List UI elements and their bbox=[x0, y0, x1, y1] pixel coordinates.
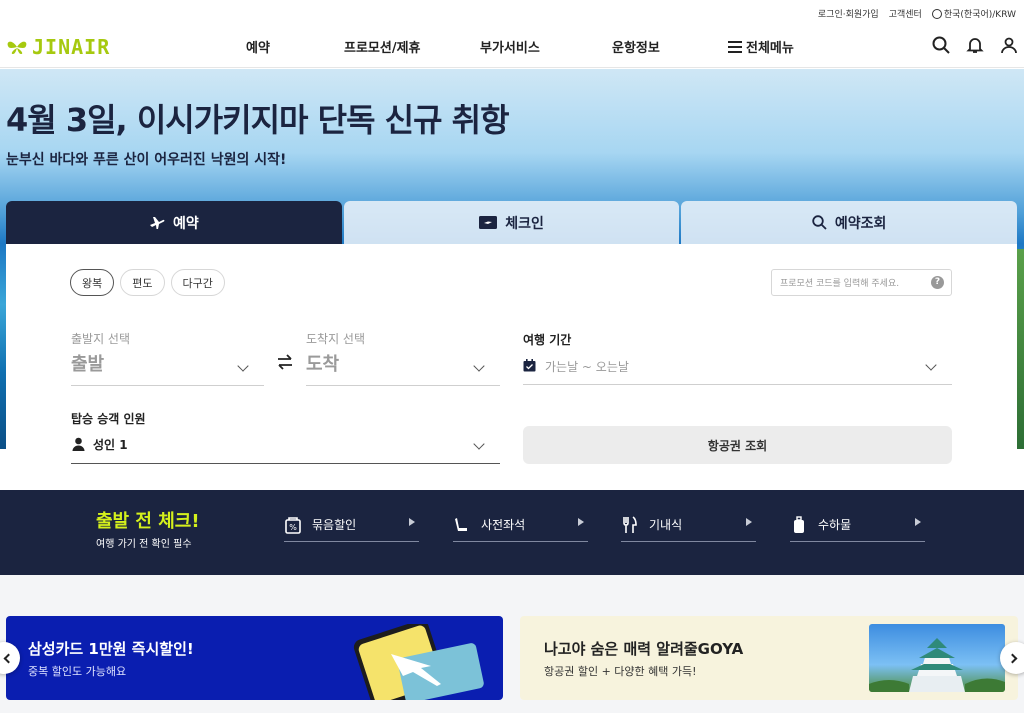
search-flights-button[interactable]: 항공권 조회 bbox=[523, 426, 952, 464]
chevron-down-icon bbox=[925, 359, 937, 371]
chevron-down-icon bbox=[237, 360, 249, 372]
hamburger-icon bbox=[728, 41, 742, 53]
trip-oneway-button[interactable]: 편도 bbox=[120, 269, 165, 296]
support-link[interactable]: 고객센터 bbox=[889, 7, 922, 20]
tab-checkin-label: 체크인 bbox=[505, 215, 544, 232]
precheck-subtitle: 여행 가기 전 확인 필수 bbox=[96, 539, 192, 550]
promo-placeholder: 프로모션 코드를 입력해 주세요. bbox=[780, 279, 900, 289]
baggage-icon bbox=[794, 515, 804, 533]
precheck-item-label: 사전좌석 bbox=[481, 518, 526, 532]
all-menu-label: 전체메뉴 bbox=[746, 41, 794, 56]
tab-checkin[interactable]: 체크인 bbox=[343, 201, 680, 244]
arrow-right-icon bbox=[746, 518, 752, 526]
meal-icon bbox=[623, 515, 637, 533]
nav-item-booking[interactable]: 예약 bbox=[246, 37, 270, 56]
utility-bar: 로그인·회원가입 고객센터 한국(한국어)/KRW bbox=[0, 0, 1024, 26]
trip-multi-button[interactable]: 다구간 bbox=[170, 269, 225, 296]
passenger-label: 탑승 승객 인원 bbox=[71, 412, 146, 426]
promo-banner-samsung-card[interactable]: 삼성카드 1만원 즉시할인! 중복 할인도 가능해요 bbox=[6, 616, 503, 700]
booking-tabs: 예약 체크인 예약조회 bbox=[6, 201, 1018, 244]
ticket-icon bbox=[479, 216, 498, 229]
period-label: 여행 기간 bbox=[523, 333, 572, 347]
arrow-right-icon bbox=[915, 518, 921, 526]
language-label: 한국(한국어)/KRW bbox=[943, 10, 1016, 20]
chevron-left-icon bbox=[3, 653, 13, 663]
tab-reservation-lookup[interactable]: 예약조회 bbox=[681, 201, 1018, 244]
passenger-field[interactable]: 성인 1 bbox=[93, 436, 128, 453]
banner-title: 나고야 숨은 매력 알려줄GOYA bbox=[544, 640, 744, 658]
search-icon[interactable] bbox=[932, 36, 950, 54]
arrival-underline bbox=[306, 385, 500, 386]
hero-title: 4월 3일, 이시가키지마 단독 신규 취항 bbox=[6, 101, 510, 139]
nav-item-flight-info[interactable]: 운항정보 bbox=[612, 37, 660, 56]
promo-banner-nagoya[interactable]: 나고야 숨은 매력 알려줄GOYA 항공권 할인 + 다양한 혜택 가득! bbox=[520, 616, 1018, 700]
nav-item-services[interactable]: 부가서비스 bbox=[480, 37, 540, 56]
language-selector[interactable]: 한국(한국어)/KRW bbox=[931, 7, 1016, 20]
chevron-down-icon bbox=[473, 438, 485, 450]
person-icon bbox=[72, 437, 85, 451]
calendar-icon bbox=[523, 359, 536, 372]
globe-icon bbox=[931, 9, 942, 19]
precheck-item-label: 묶음할인 bbox=[312, 518, 357, 532]
phone-card-illustration bbox=[353, 624, 484, 700]
promo-code-input[interactable]: 프로모션 코드를 입력해 주세요. ? bbox=[771, 269, 952, 296]
nav-item-all-menu[interactable]: 전체메뉴 bbox=[728, 37, 794, 56]
precheck-baggage[interactable]: 수하물 bbox=[790, 508, 925, 542]
passenger-underline bbox=[71, 463, 500, 464]
chevron-right-icon bbox=[1007, 653, 1017, 663]
chevron-down-icon bbox=[473, 360, 485, 372]
arrival-label: 도착지 선택 bbox=[306, 332, 366, 346]
precheck-bundle-discount[interactable]: % 묶음할인 bbox=[284, 508, 419, 542]
help-icon[interactable]: ? bbox=[931, 276, 944, 289]
nav-icons bbox=[932, 36, 1018, 54]
search-icon bbox=[812, 215, 827, 230]
tab-lookup-label: 예약조회 bbox=[834, 215, 887, 232]
period-field[interactable]: 가는날 ~ 오는날 bbox=[545, 358, 629, 375]
tab-booking-label: 예약 bbox=[172, 215, 199, 232]
svg-text:%: % bbox=[289, 523, 297, 532]
precheck-seat[interactable]: 사전좌석 bbox=[453, 508, 588, 542]
promo-banner-section: 삼성카드 1만원 즉시할인! 중복 할인도 가능해요 나고야 숨은 매력 알려줄… bbox=[0, 575, 1024, 713]
banner-subtitle: 항공권 할인 + 다양한 혜택 가득! bbox=[544, 665, 697, 678]
banner-title: 삼성카드 1만원 즉시할인! bbox=[28, 640, 194, 658]
departure-label: 출발지 선택 bbox=[71, 332, 131, 346]
carousel-next-button[interactable] bbox=[1000, 642, 1024, 674]
departure-underline bbox=[71, 385, 264, 386]
arrow-right-icon bbox=[409, 518, 415, 526]
login-link[interactable]: 로그인·회원가입 bbox=[818, 7, 879, 20]
precheck-title: 출발 전 체크! bbox=[96, 511, 200, 532]
bell-icon[interactable] bbox=[966, 36, 984, 54]
arrival-field[interactable]: 도착 bbox=[306, 350, 339, 376]
trip-type-selector: 왕복 편도 다구간 bbox=[70, 269, 225, 296]
booking-card: 왕복 편도 다구간 프로모션 코드를 입력해 주세요. ? 출발지 선택 출발 … bbox=[6, 244, 1017, 490]
trip-round-button[interactable]: 왕복 bbox=[70, 269, 115, 296]
hero-subtitle: 눈부신 바다와 푸른 산이 어우러진 낙원의 시작! bbox=[6, 152, 287, 168]
departure-field[interactable]: 출발 bbox=[71, 350, 104, 376]
utility-links: 로그인·회원가입 고객센터 한국(한국어)/KRW bbox=[818, 7, 1016, 20]
user-icon[interactable] bbox=[1000, 36, 1018, 54]
butterfly-logo-icon bbox=[7, 41, 27, 54]
seat-icon bbox=[455, 517, 467, 531]
precheck-item-label: 수하물 bbox=[818, 518, 852, 532]
main-nav: JINAIR 예약 프로모션/제휴 부가서비스 운항정보 전체메뉴 bbox=[0, 26, 1024, 68]
discount-icon: % bbox=[285, 516, 301, 534]
castle-icon bbox=[869, 638, 1005, 692]
logo[interactable]: JINAIR bbox=[6, 35, 110, 59]
precheck-meal[interactable]: 기내식 bbox=[621, 508, 756, 542]
logo-text: JINAIR bbox=[32, 35, 111, 59]
period-underline bbox=[523, 384, 952, 385]
plane-icon bbox=[149, 216, 165, 229]
pre-departure-check: 출발 전 체크! 여행 가기 전 확인 필수 % 묶음할인 사전좌석 기내식 수… bbox=[0, 490, 1024, 575]
nav-item-promotion[interactable]: 프로모션/제휴 bbox=[344, 37, 421, 56]
swap-icon[interactable] bbox=[276, 354, 294, 370]
nagoya-castle-image bbox=[869, 624, 1005, 692]
arrow-right-icon bbox=[578, 518, 584, 526]
tab-booking[interactable]: 예약 bbox=[6, 201, 342, 244]
banner-subtitle: 중복 할인도 가능해요 bbox=[28, 665, 127, 678]
precheck-item-label: 기내식 bbox=[649, 518, 683, 532]
